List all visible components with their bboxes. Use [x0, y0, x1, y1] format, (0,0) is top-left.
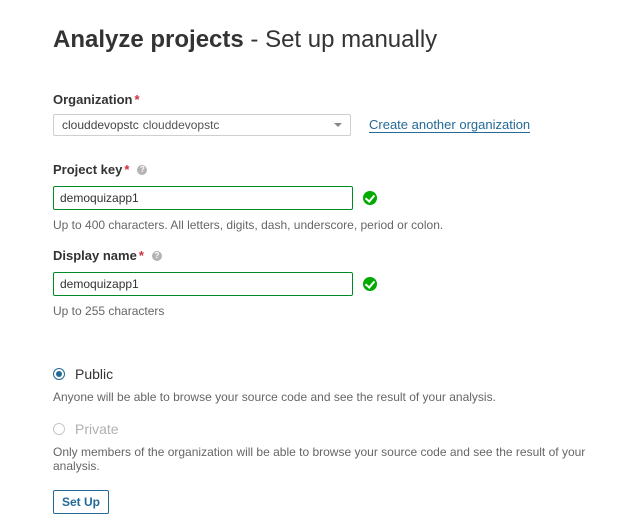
display-name-field: Display name* ? Up to 255 characters — [53, 248, 377, 318]
visibility-private-option: Private Only members of the organization… — [53, 421, 593, 473]
caret-down-icon — [334, 123, 342, 127]
organization-select[interactable]: clouddevopstc clouddevopstc — [53, 114, 351, 136]
project-key-hint: Up to 400 characters. All letters, digit… — [53, 218, 444, 232]
private-label: Private — [75, 421, 119, 437]
public-radio[interactable] — [53, 368, 65, 380]
question-circle-icon[interactable]: ? — [137, 165, 148, 175]
visibility-public-option: Public Anyone will be able to browse you… — [53, 366, 593, 404]
required-mark: * — [138, 248, 144, 263]
project-key-input[interactable] — [53, 186, 353, 210]
project-key-field: Project key* ? Up to 400 characters. All… — [53, 162, 443, 232]
page-title-sub: - Set up manually — [243, 26, 438, 53]
setup-button[interactable]: Set Up — [53, 490, 109, 514]
question-circle-icon[interactable]: ? — [151, 251, 162, 261]
project-key-label: Project key * ? — [53, 162, 443, 178]
public-label[interactable]: Public — [75, 366, 113, 382]
check-circle-icon — [363, 277, 377, 291]
private-description: Only members of the organization will be… — [53, 445, 586, 473]
organization-label: Organization * — [53, 92, 140, 107]
private-radio-row: Private — [53, 421, 593, 437]
create-organization-link[interactable]: Create another organization — [369, 117, 531, 133]
required-mark: * — [134, 92, 140, 107]
organization-select-key: clouddevopstc — [62, 118, 139, 132]
check-circle-icon — [363, 191, 377, 205]
setup-form: Analyze projects - Set up manually Organ… — [53, 24, 613, 473]
public-description: Anyone will be able to browse your sourc… — [53, 390, 496, 404]
public-radio-row[interactable]: Public — [53, 366, 593, 382]
display-name-label: Display name * ? — [53, 248, 377, 264]
display-name-input[interactable] — [53, 272, 353, 296]
page-title: Analyze projects - Set up manually — [53, 24, 613, 56]
page-title-main: Analyze projects — [53, 26, 244, 53]
private-radio — [53, 423, 65, 435]
organization-field: Organization * clouddevopstc clouddevopst… — [53, 92, 531, 136]
organization-select-name: clouddevopstc — [142, 118, 220, 132]
required-mark: * — [124, 162, 130, 177]
display-name-hint: Up to 255 characters — [53, 304, 165, 318]
